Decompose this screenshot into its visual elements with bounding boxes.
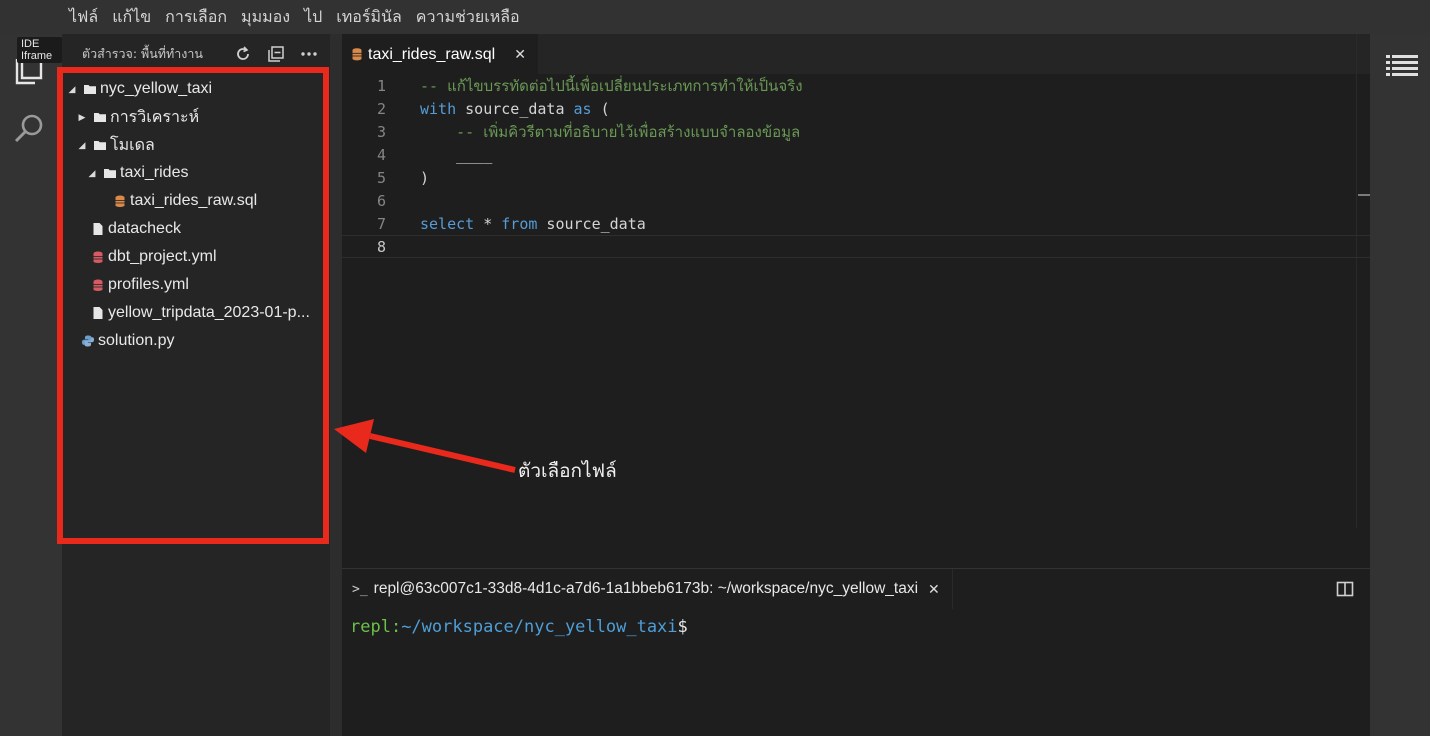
activity-bar: IDE Iframe <box>0 34 62 736</box>
right-panel <box>1370 34 1430 736</box>
code-text: -- แก้ไขบรรทัดต่อไปนี้เพื่อเปลี่ยนประเภท… <box>420 76 803 95</box>
editor-area: taxi_rides_raw.sql ✕ 1 -- แก้ไขบรรทัดต่อ… <box>342 34 1370 568</box>
code-line: 5 ) <box>342 166 1370 189</box>
more-icon[interactable] <box>297 42 321 66</box>
menu-selection[interactable]: การเลือก <box>158 5 234 30</box>
database-icon <box>352 48 362 61</box>
code-text: select * from source_data <box>420 215 646 233</box>
code-line-current: 8 <box>342 235 1370 258</box>
menu-help[interactable]: ความช่วยเหลือ <box>409 5 527 30</box>
code-identifier: source_data <box>537 214 646 233</box>
menu-view[interactable]: มุมมอง <box>234 5 297 30</box>
terminal-icon: >_ <box>352 581 368 597</box>
search-icon[interactable] <box>12 110 48 146</box>
code-identifier: source_data <box>456 99 574 118</box>
terminal-panel: >_ repl@63c007c1-33d8-4d1c-a7d6-1a1bbeb6… <box>342 568 1370 736</box>
terminal-tab-label: repl@63c007c1-33d8-4d1c-a7d6-1a1bbeb6173… <box>373 580 919 597</box>
line-number: 2 <box>376 99 386 118</box>
code-text: ____ <box>420 145 493 164</box>
refresh-icon[interactable] <box>231 42 255 66</box>
annotation-highlight-box <box>57 67 329 544</box>
explorer-title: ตัวสำรวจ: พื้นที่ทำงาน <box>82 46 203 61</box>
code-keyword: as <box>573 99 592 118</box>
list-menu-icon[interactable] <box>1386 54 1418 83</box>
tab-label: taxi_rides_raw.sql <box>368 45 496 63</box>
code-line: 1 -- แก้ไขบรรทัดต่อไปนี้เพื่อเปลี่ยนประเ… <box>342 74 1370 97</box>
close-icon[interactable]: ✕ <box>514 46 526 63</box>
code-text: -- เพิ่มคิวรีตามที่อธิบายไว้เพื่อสร้างแบ… <box>420 122 801 141</box>
line-number: 7 <box>376 214 386 233</box>
sidebar-sash[interactable] <box>330 34 342 736</box>
scrollbar-thumb[interactable] <box>1358 194 1370 196</box>
code-line: 7 select * from source_data <box>342 212 1370 235</box>
menu-terminal[interactable]: เทอร์มินัล <box>329 5 409 30</box>
menu-bar: ไฟล์ แก้ไข การเลือก มุมมอง ไป เทอร์มินัล… <box>0 0 1430 34</box>
code-keyword: from <box>501 214 538 233</box>
menu-edit[interactable]: แก้ไข <box>105 5 158 30</box>
terminal-prompt-path: ~/workspace/nyc_yellow_taxi <box>401 617 678 637</box>
code-line: 2 with source_data as ( <box>342 97 1370 120</box>
terminal-output[interactable]: repl:~/workspace/nyc_yellow_taxi$ <box>350 617 688 637</box>
menu-go[interactable]: ไป <box>297 5 329 30</box>
code-text: ) <box>420 168 430 187</box>
tab-taxi-rides-raw-sql[interactable]: taxi_rides_raw.sql ✕ <box>342 34 538 74</box>
code-line: 6 <box>342 189 1370 212</box>
line-number: 5 <box>376 168 386 187</box>
editor-tabs: taxi_rides_raw.sql ✕ <box>342 34 1370 74</box>
code-keyword: with <box>420 99 457 118</box>
minimap-border <box>1356 34 1357 528</box>
ide-iframe-tooltip: IDE Iframe <box>17 37 62 63</box>
line-number: 3 <box>376 122 386 141</box>
menu-file[interactable]: ไฟล์ <box>62 5 105 30</box>
code-line: 4 ____ <box>342 143 1370 166</box>
code-text: with source_data as ( <box>420 100 610 118</box>
code-line: 3 -- เพิ่มคิวรีตามที่อธิบายไว้เพื่อสร้าง… <box>342 120 1370 143</box>
close-icon[interactable]: ✕ <box>928 581 940 598</box>
line-number: 1 <box>376 76 386 95</box>
terminal-tabs: >_ repl@63c007c1-33d8-4d1c-a7d6-1a1bbeb6… <box>342 569 1370 609</box>
line-number: 4 <box>376 145 386 164</box>
collapse-all-icon[interactable] <box>264 42 288 66</box>
line-number: 8 <box>376 237 386 256</box>
terminal-prompt-symbol: $ <box>677 617 688 637</box>
annotation-arrow <box>334 419 516 473</box>
code-punct: ( <box>591 99 610 118</box>
annotation-label: ตัวเลือกไฟล์ <box>518 460 617 482</box>
code-operator: * <box>474 214 502 233</box>
line-number: 6 <box>376 191 386 210</box>
code-keyword: select <box>420 214 475 233</box>
split-terminal-icon[interactable] <box>1336 581 1354 597</box>
terminal-tab[interactable]: >_ repl@63c007c1-33d8-4d1c-a7d6-1a1bbeb6… <box>342 569 953 609</box>
terminal-prompt-user: repl: <box>350 617 402 637</box>
